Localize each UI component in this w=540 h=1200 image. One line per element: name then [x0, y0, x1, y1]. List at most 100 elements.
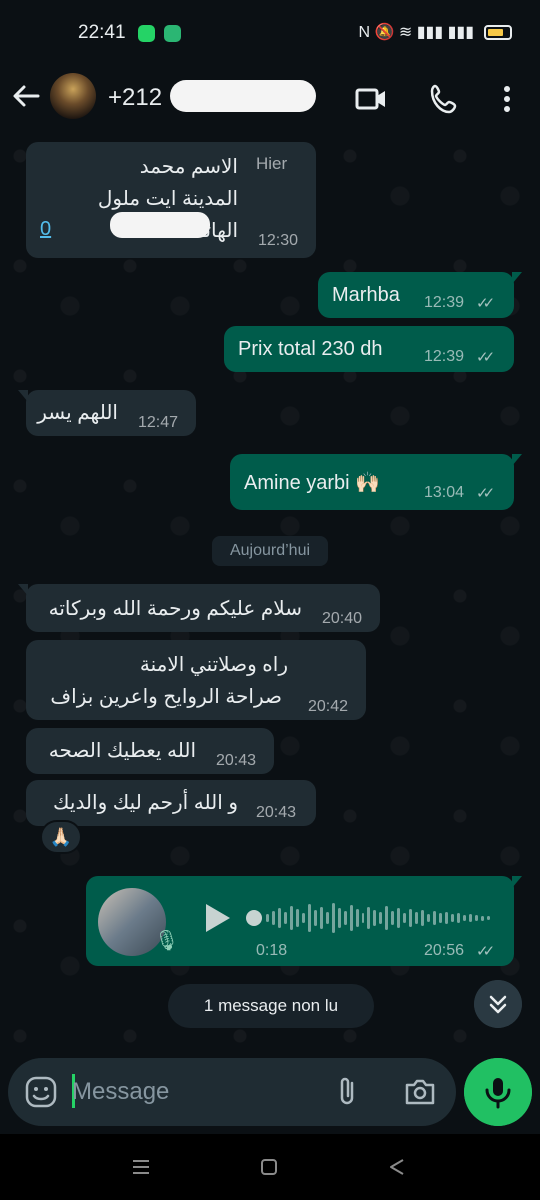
waveform-bar	[271, 911, 275, 925]
contact-name[interactable]: +212	[108, 84, 162, 112]
message-time: 12:39	[424, 348, 465, 365]
voice-call-icon[interactable]	[428, 82, 462, 116]
message-input[interactable]	[72, 1072, 322, 1112]
read-ticks-icon: ✓✓	[476, 295, 495, 312]
status-glyphs: N 🔕 ≋ ▮▮▮ ▮▮▮	[358, 24, 475, 41]
read-ticks-icon: ✓✓	[476, 943, 495, 960]
chat-header: +212	[0, 64, 540, 136]
waveform-bar	[385, 906, 389, 930]
waveform-bar	[289, 906, 293, 930]
message-line: راه وصلاتني الامنة	[139, 654, 288, 676]
message-bubble-incoming[interactable]: الاسم محمد المدينة ايت ملول الهاتف 0 Hie…	[26, 142, 316, 258]
waveform-bar	[307, 904, 311, 932]
message-bubble-incoming[interactable]: اللهم يسر 12:47	[18, 390, 196, 436]
chat-area[interactable]: الاسم محمد المدينة ايت ملول الهاتف 0 Hie…	[0, 136, 540, 1058]
read-ticks-icon: ✓✓	[476, 349, 495, 366]
message-text: سلام عليكم ورحمة الله وبركاته	[48, 598, 302, 620]
waveform-bar	[361, 913, 365, 923]
message-bubble-outgoing[interactable]: Amine yarbi 🙌🏻 13:04 ✓✓	[230, 454, 522, 510]
waveform-bar	[337, 908, 341, 928]
message-time: 12:39	[424, 294, 465, 311]
message-bubble-outgoing[interactable]: Prix total 230 dh 12:39 ✓✓	[224, 326, 514, 372]
camera-icon[interactable]	[402, 1074, 438, 1110]
status-time: 22:41	[78, 22, 126, 43]
waveform-bar	[325, 912, 329, 924]
message-time: 20:40	[322, 610, 363, 627]
message-text: Amine yarbi 🙌🏻	[244, 472, 381, 494]
waveform-bar	[421, 910, 425, 926]
message-bubble-incoming[interactable]: راه وصلاتني الامنة صراحة الروايح واعرين …	[26, 640, 366, 720]
waveform-bar	[457, 913, 460, 923]
playback-scrubber[interactable]	[246, 910, 262, 926]
message-bubble-incoming[interactable]: الله يعطيك الصحه 20:43	[26, 728, 274, 774]
waveform-bar	[462, 915, 466, 921]
attach-icon[interactable]	[330, 1074, 366, 1110]
status-bar: 22:41 N 🔕 ≋ ▮▮▮ ▮▮▮	[0, 0, 540, 64]
waveform-bar	[439, 913, 443, 923]
message-time: 20:56	[424, 942, 465, 959]
waveform-bar	[331, 903, 335, 933]
more-vertical-icon[interactable]	[490, 82, 524, 116]
waveform-bar	[480, 915, 484, 921]
waveform-bar	[367, 907, 371, 929]
voice-duration: 0:18	[256, 942, 288, 959]
phone-link[interactable]: 0	[40, 218, 51, 241]
waveform-bar	[415, 912, 419, 924]
waveform-bar	[445, 912, 449, 924]
waveform-bar	[343, 911, 347, 925]
message-time: 13:04	[424, 484, 465, 501]
waveform-bar	[349, 905, 353, 931]
menu-nav-icon[interactable]	[130, 1156, 152, 1178]
message-line: الاسم محمد	[139, 156, 238, 178]
waveform-bar	[486, 916, 490, 920]
battery-icon	[484, 24, 512, 40]
contact-avatar[interactable]	[50, 73, 96, 119]
message-text: Marhba	[332, 284, 400, 306]
mic-badge-icon: 🎙	[154, 930, 180, 952]
waveform-bar	[301, 913, 305, 923]
waveform-bar	[277, 908, 281, 928]
waveform-bar	[391, 911, 395, 925]
shield-notification-icon	[164, 25, 181, 42]
voice-waveform[interactable]	[266, 898, 490, 938]
play-icon[interactable]	[196, 898, 236, 938]
message-bubble-outgoing[interactable]: Marhba 12:39 ✓✓	[318, 272, 522, 318]
waveform-bar	[373, 910, 377, 926]
message-time: 20:43	[216, 752, 257, 769]
redacted-phone-mark	[110, 212, 210, 238]
waveform-bar	[355, 909, 359, 927]
message-bubble-incoming[interactable]: سلام عليكم ورحمة الله وبركاته 20:40	[18, 584, 380, 632]
video-call-icon[interactable]	[354, 82, 388, 116]
message-text: اللهم يسر	[37, 402, 118, 424]
mic-icon[interactable]	[464, 1058, 532, 1126]
chat-notification-icon	[138, 25, 155, 42]
back-arrow-icon[interactable]	[10, 80, 42, 112]
scroll-down-icon[interactable]	[474, 980, 522, 1028]
waveform-bar	[433, 911, 437, 925]
home-nav-icon[interactable]	[258, 1156, 280, 1178]
message-bubble-incoming[interactable]: و الله أرحم ليك والديك 20:43	[26, 780, 316, 826]
message-text: الله يعطيك الصحه	[48, 740, 196, 762]
waveform-bar	[474, 915, 478, 921]
message-text: و الله أرحم ليك والديك	[53, 792, 238, 814]
waveform-bar	[295, 909, 299, 927]
message-text: Prix total 230 dh	[238, 338, 383, 360]
message-line: صراحة الروايح واعرين بزاف	[50, 686, 282, 708]
waveform-bar	[427, 914, 431, 922]
back-nav-icon[interactable]	[386, 1156, 408, 1178]
system-nav-bar	[0, 1134, 540, 1200]
reaction-badge[interactable]: 🙏🏻	[40, 820, 82, 854]
read-ticks-icon: ✓✓	[476, 485, 495, 502]
waveform-bar	[313, 910, 317, 926]
emoji-icon[interactable]	[24, 1075, 58, 1109]
day-label: Hier	[256, 154, 288, 173]
redacted-name-mark	[170, 80, 316, 112]
message-time: 12:47	[138, 414, 179, 431]
status-right-icons: N 🔕 ≋ ▮▮▮ ▮▮▮	[358, 22, 512, 42]
waveform-bar	[451, 914, 454, 922]
voice-message-bubble[interactable]: 🎙 0:18 20:56 ✓✓	[86, 876, 522, 966]
waveform-bar	[283, 912, 287, 924]
waveform-bar	[468, 914, 472, 922]
waveform-bar	[319, 907, 323, 929]
waveform-bar	[397, 908, 401, 928]
